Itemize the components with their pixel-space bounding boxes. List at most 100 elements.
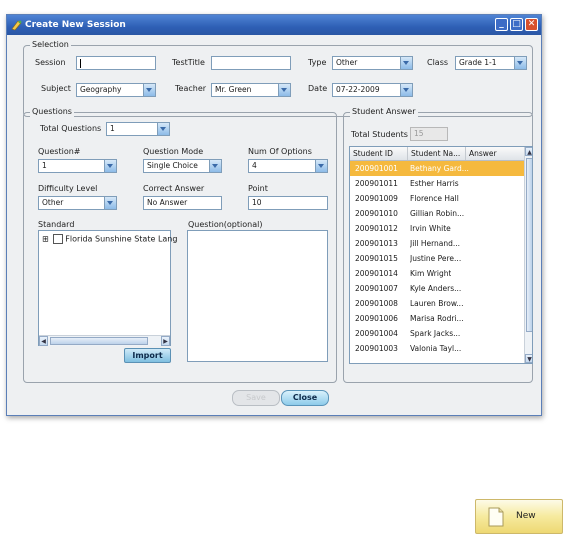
table-row[interactable]: 200901006 Marisa Rodri...	[350, 311, 525, 326]
new-document-icon	[488, 507, 504, 527]
test-title-label: TestTitle	[172, 58, 205, 67]
total-students-label: Total Students	[351, 130, 408, 139]
chevron-down-icon[interactable]	[104, 197, 116, 209]
column-header-answer[interactable]: Answer	[466, 147, 525, 160]
questions-group: Questions Total Questions 1 Question# 1 …	[23, 107, 337, 383]
minimize-button[interactable]: _	[495, 18, 508, 31]
student-name-cell: Marisa Rodri...	[410, 314, 464, 323]
title-bar[interactable]: Create New Session _ □ ✕	[7, 15, 541, 35]
tree-checkbox[interactable]	[53, 234, 64, 244]
student-id-cell: 200901014	[355, 269, 398, 278]
table-row[interactable]: 200901014 Kim Wright	[350, 266, 525, 281]
class-value: Grade 1-1	[459, 58, 497, 67]
teacher-select[interactable]: Mr. Green	[211, 83, 291, 97]
num-options-value: 4	[252, 161, 257, 170]
column-header-student-name[interactable]: Student Na...	[408, 147, 466, 160]
expand-icon[interactable]: ⊞	[42, 235, 49, 244]
num-options-label: Num Of Options	[248, 147, 312, 156]
maximize-button[interactable]: □	[510, 18, 523, 31]
horizontal-scrollbar[interactable]: ◀ ▶	[39, 335, 170, 346]
chevron-down-icon[interactable]	[157, 123, 169, 135]
student-id-cell: 200901003	[355, 344, 398, 353]
column-header-student-id[interactable]: Student ID	[350, 147, 408, 160]
table-row[interactable]: 200901001 Bethany Gard...	[350, 161, 525, 176]
student-answer-group-title: Student Answer	[350, 107, 418, 117]
table-row[interactable]: 200901008 Lauren Brow...	[350, 296, 525, 311]
table-row[interactable]: 200901015 Justine Pere...	[350, 251, 525, 266]
correct-answer-label: Correct Answer	[143, 184, 205, 193]
student-id-cell: 200901011	[355, 179, 398, 188]
scroll-thumb[interactable]	[526, 158, 532, 332]
teacher-label: Teacher	[175, 84, 207, 93]
question-number-value: 1	[42, 161, 47, 170]
student-id-cell: 200901001	[355, 164, 398, 173]
table-header: Student ID Student Na... Answer	[350, 147, 525, 161]
chevron-down-icon[interactable]	[143, 84, 155, 96]
student-id-cell: 200901015	[355, 254, 398, 263]
table-row[interactable]: 200901012 Irvin White	[350, 221, 525, 236]
scroll-right-button[interactable]: ▶	[161, 336, 170, 346]
table-row[interactable]: 200901011 Esther Harris	[350, 176, 525, 191]
standard-tree[interactable]: ⊞ Florida Sunshine State Lang ◀ ▶	[38, 230, 177, 346]
total-questions-select[interactable]: 1	[106, 122, 170, 136]
question-mode-value: Single Choice	[147, 161, 198, 170]
close-button[interactable]: Close	[281, 390, 329, 406]
table-row[interactable]: 200901013 Jill Hernand...	[350, 236, 525, 251]
new-button-label: New	[516, 511, 536, 521]
table-row[interactable]: 200901010 Gillian Robin...	[350, 206, 525, 221]
tree-item-label: Florida Sunshine State Lang	[65, 234, 178, 244]
question-number-select[interactable]: 1	[38, 159, 117, 173]
student-id-cell: 200901010	[355, 209, 398, 218]
question-textarea[interactable]	[187, 230, 328, 362]
scroll-up-button[interactable]: ▲	[525, 147, 532, 156]
point-field[interactable]: 10	[248, 196, 328, 210]
subject-value: Geography	[80, 85, 122, 94]
chevron-down-icon[interactable]	[315, 160, 327, 172]
vertical-scrollbar[interactable]: ▲ ▼	[524, 147, 532, 363]
question-mode-select[interactable]: Single Choice	[143, 159, 222, 173]
table-row[interactable]: 200901009 Florence Hall	[350, 191, 525, 206]
scroll-down-button[interactable]: ▼	[525, 354, 532, 363]
close-window-button[interactable]: ✕	[525, 18, 538, 31]
chevron-down-icon[interactable]	[514, 57, 526, 69]
create-session-dialog: Create New Session _ □ ✕ Selection Sessi…	[6, 14, 542, 416]
student-id-cell: 200901004	[355, 329, 398, 338]
calendar-dropdown-icon[interactable]	[400, 84, 412, 96]
type-select[interactable]: Other	[332, 56, 413, 70]
type-value: Other	[336, 58, 358, 67]
student-name-cell: Spark Jacks...	[410, 329, 461, 338]
student-id-cell: 200901008	[355, 299, 398, 308]
scroll-thumb[interactable]	[50, 337, 148, 345]
class-select[interactable]: Grade 1-1	[455, 56, 527, 70]
num-options-select[interactable]: 4	[248, 159, 328, 173]
table-row[interactable]: 200901004 Spark Jacks...	[350, 326, 525, 341]
correct-answer-field[interactable]: No Answer	[143, 196, 222, 210]
difficulty-select[interactable]: Other	[38, 196, 117, 210]
difficulty-label: Difficulty Level	[38, 184, 98, 193]
tree-item[interactable]: ⊞ Florida Sunshine State Lang	[42, 234, 177, 245]
table-row[interactable]: 200901003 Valonia Tayl...	[350, 341, 525, 356]
date-picker[interactable]: 07-22-2009	[332, 83, 413, 97]
chevron-down-icon[interactable]	[104, 160, 116, 172]
chevron-down-icon[interactable]	[400, 57, 412, 69]
selection-group: Selection Session TestTitle Type Other C…	[23, 40, 533, 117]
total-questions-value: 1	[110, 124, 115, 133]
date-value: 07-22-2009	[336, 85, 380, 94]
app-icon	[11, 20, 22, 31]
test-title-input[interactable]	[211, 56, 291, 70]
subject-label: Subject	[41, 84, 71, 93]
scroll-left-button[interactable]: ◀	[39, 336, 48, 346]
save-button[interactable]: Save	[232, 390, 280, 406]
question-number-label: Question#	[38, 147, 81, 156]
chevron-down-icon[interactable]	[209, 160, 221, 172]
new-button[interactable]: New	[475, 499, 563, 534]
subject-select[interactable]: Geography	[76, 83, 156, 97]
table-row[interactable]: 200901007 Kyle Anders...	[350, 281, 525, 296]
student-name-cell: Lauren Brow...	[410, 299, 464, 308]
session-input[interactable]	[76, 56, 156, 70]
teacher-value: Mr. Green	[215, 85, 252, 94]
import-button[interactable]: Import	[124, 348, 171, 363]
selection-group-title: Selection	[30, 40, 71, 50]
chevron-down-icon[interactable]	[278, 84, 290, 96]
question-mode-label: Question Mode	[143, 147, 204, 156]
